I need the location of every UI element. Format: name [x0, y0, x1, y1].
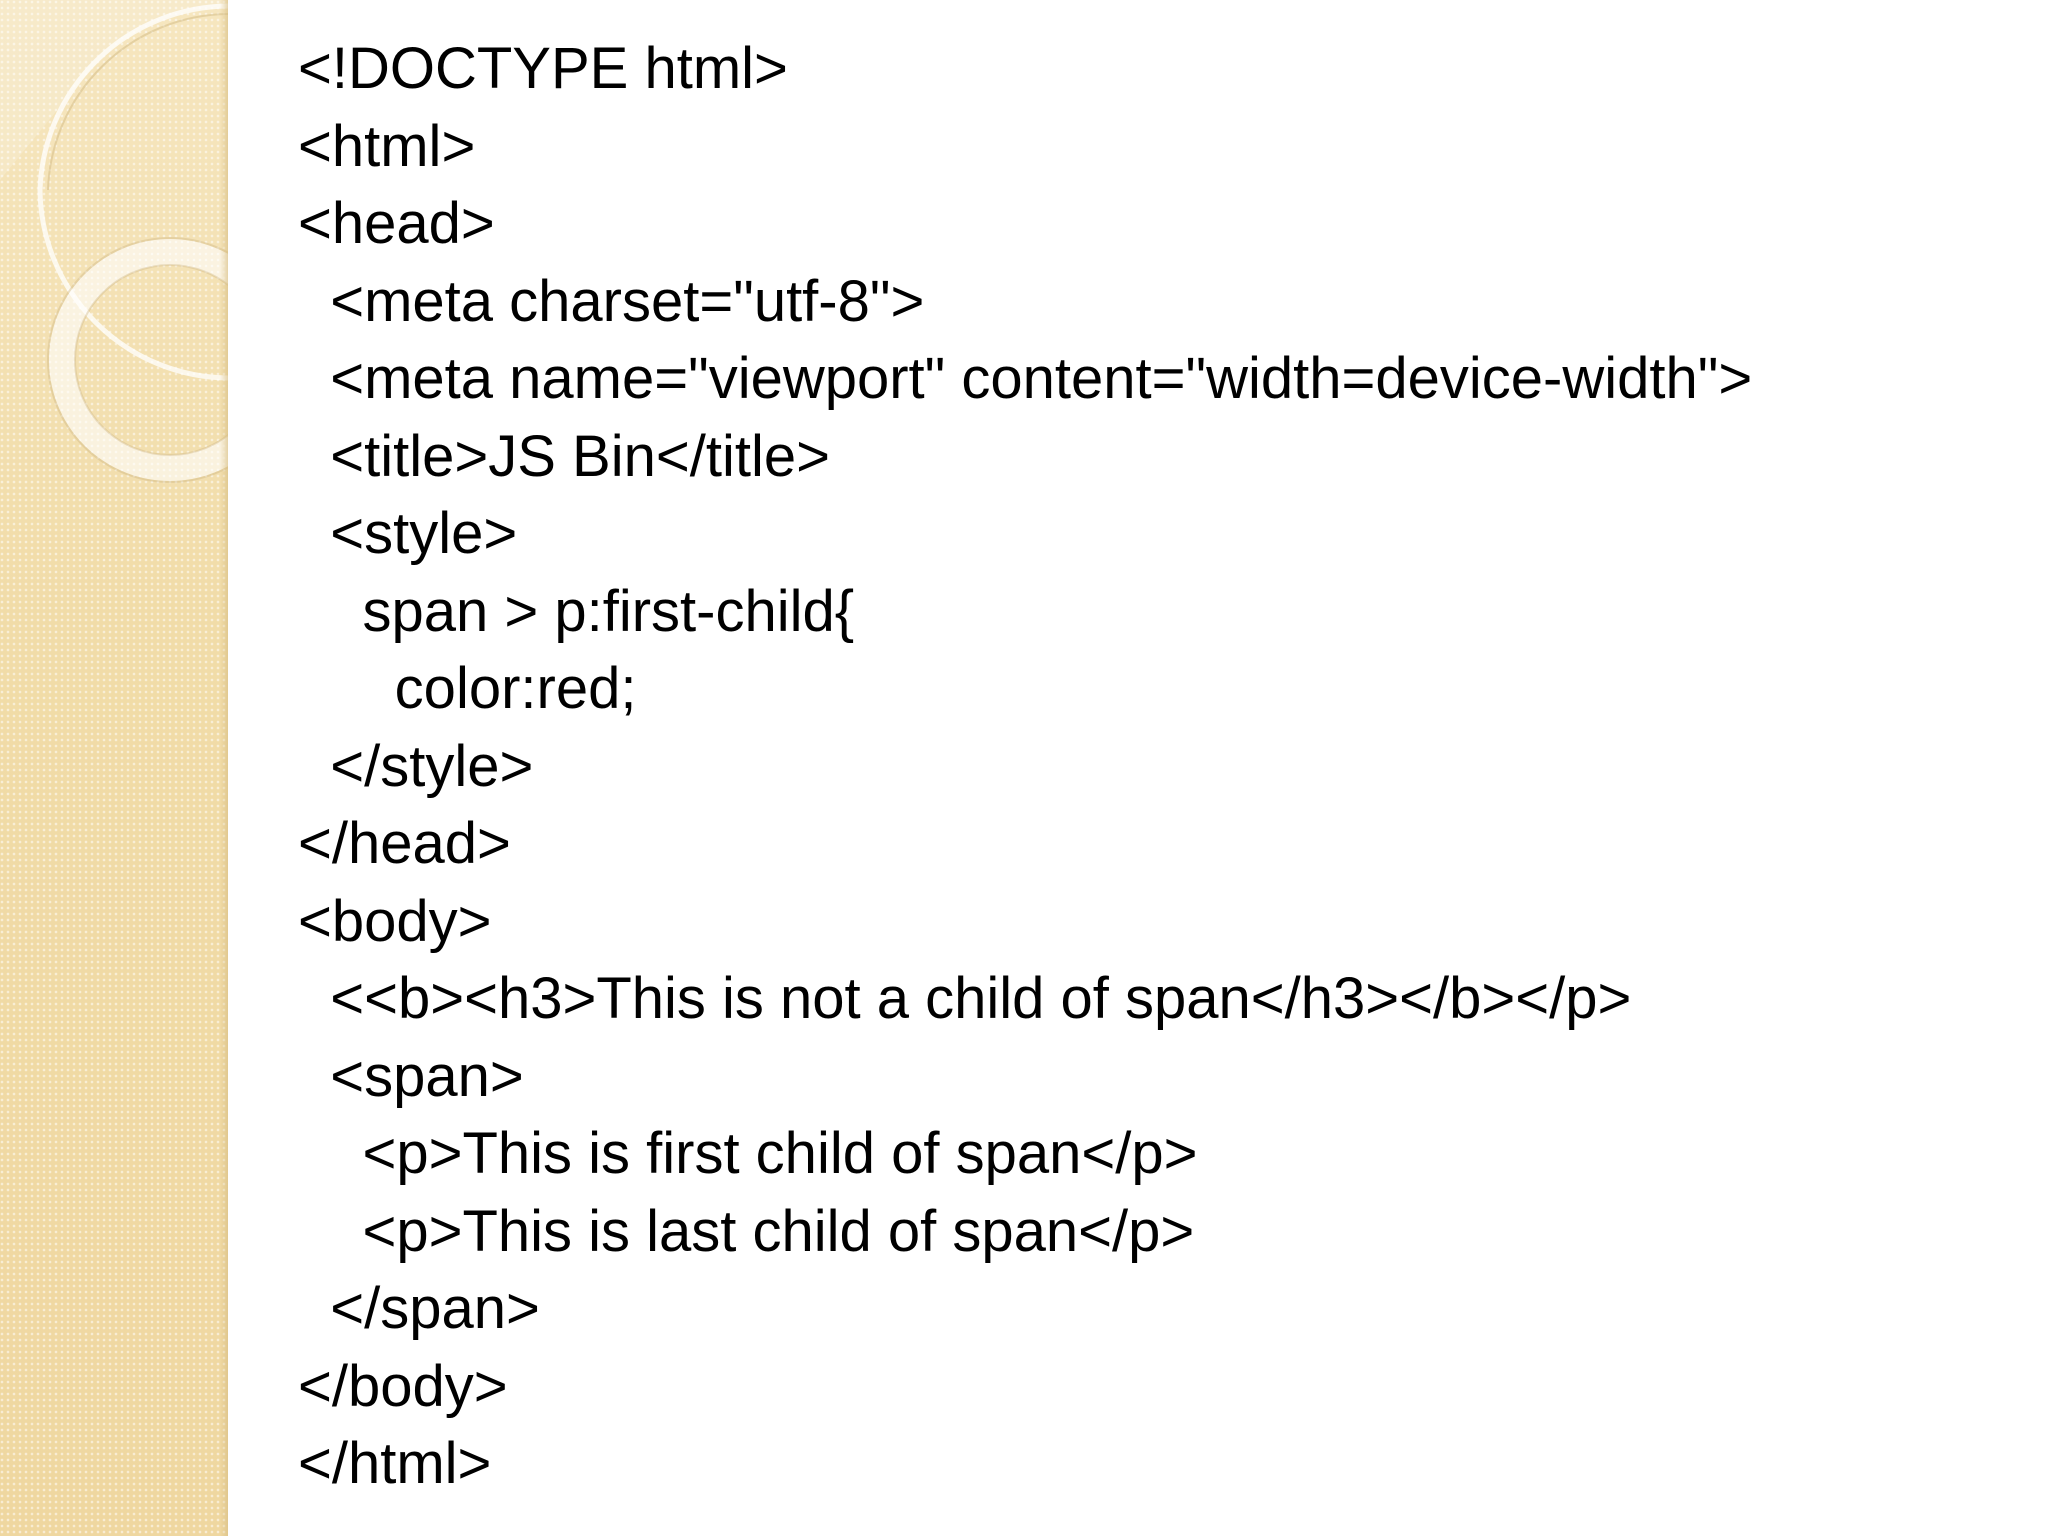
- code-line: <<b><h3>This is not a child of span</h3>…: [298, 966, 1632, 1031]
- code-line: <meta charset="utf-8">: [298, 268, 925, 334]
- code-line: </style>: [298, 733, 534, 799]
- decorative-circles: [0, 0, 228, 483]
- code-line: </body>: [298, 1353, 508, 1419]
- code-listing: <!DOCTYPE html> <html> <head> <meta char…: [298, 30, 2018, 1503]
- code-line: <body>: [298, 888, 492, 954]
- decorative-side-panel: [0, 0, 228, 1536]
- code-line: color:red;: [298, 656, 637, 721]
- code-line: <head>: [298, 191, 495, 256]
- code-line: <span>: [298, 1043, 524, 1109]
- code-line: </span>: [298, 1276, 540, 1341]
- code-line: <p>This is first child of span</p>: [298, 1121, 1198, 1186]
- code-line: <!DOCTYPE html>: [298, 36, 788, 101]
- code-line: <style>: [298, 501, 518, 566]
- side-panel-edge: [220, 0, 228, 1536]
- code-line: span > p:first-child{: [298, 578, 855, 644]
- code-line: <p>This is last child of span</p>: [298, 1198, 1195, 1264]
- code-line: <html>: [298, 113, 476, 179]
- slide: <!DOCTYPE html> <html> <head> <meta char…: [0, 0, 2048, 1536]
- code-line: </head>: [298, 811, 511, 876]
- code-line: <title>JS Bin</title>: [298, 423, 830, 489]
- code-line: </html>: [298, 1431, 492, 1496]
- code-line: <meta name="viewport" content="width=dev…: [298, 346, 1753, 411]
